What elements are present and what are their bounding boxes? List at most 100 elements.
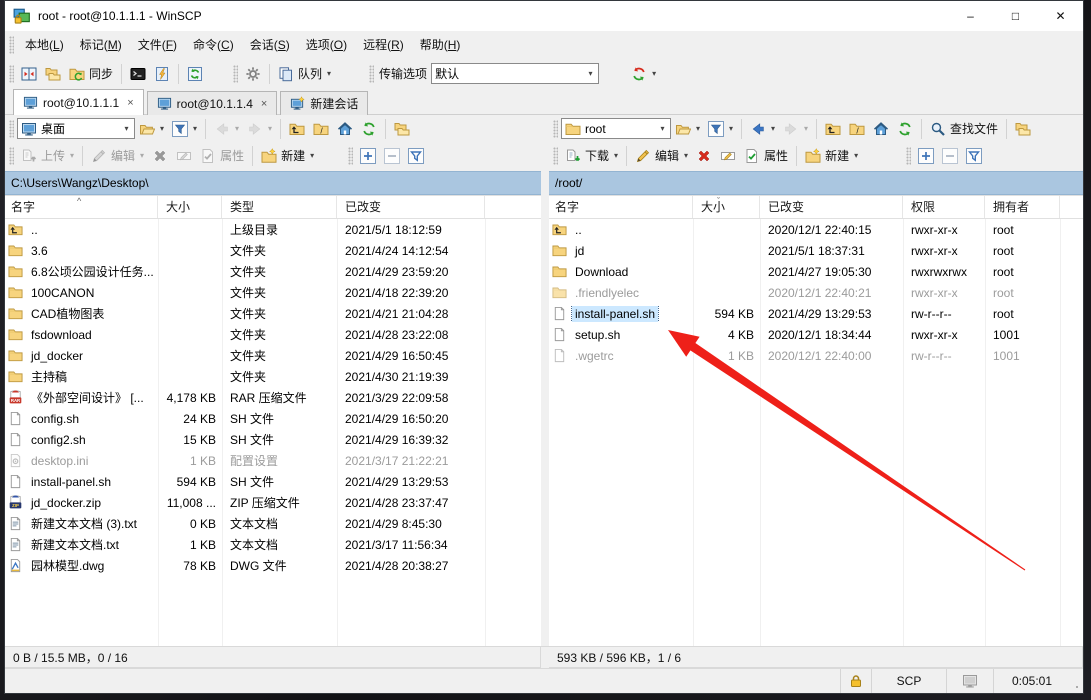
file-row[interactable]: desktop.ini1 KB配置设置2021/3/17 21:22:21	[5, 450, 541, 471]
local-selection-filter-button[interactable]	[404, 144, 428, 168]
menu-item[interactable]: 帮助(H)	[412, 31, 469, 58]
menu-item[interactable]: 本地(L)	[17, 31, 72, 58]
queue-button[interactable]: 队列▾	[274, 62, 335, 86]
file-row[interactable]: Download2021/4/27 19:05:30rwxrwxrwxroot	[549, 261, 1083, 282]
session-tab[interactable]: 新建会话	[280, 91, 368, 115]
remote-properties-button[interactable]: 属性	[740, 144, 792, 168]
remote-drive-combo[interactable]: root ▾	[561, 118, 671, 139]
minimize-button[interactable]: –	[948, 1, 993, 31]
remote-edit-button[interactable]: 编辑▾	[631, 144, 692, 168]
remote-refresh-button[interactable]	[893, 117, 917, 141]
file-row[interactable]: jd_docker文件夹2021/4/29 16:50:45	[5, 345, 541, 366]
remote-follow-local-button[interactable]	[1011, 117, 1035, 141]
remote-parent-directory-button[interactable]	[821, 117, 845, 141]
remote-select-button[interactable]	[914, 144, 938, 168]
tab-close-icon[interactable]: ×	[127, 97, 133, 109]
local-root-directory-button[interactable]: /	[309, 117, 333, 141]
menu-item[interactable]: 远程(R)	[355, 31, 412, 58]
preferences-panes-button[interactable]	[17, 62, 41, 86]
connection-cell[interactable]	[946, 669, 993, 693]
column-header-3[interactable]: 类型	[222, 196, 337, 218]
refresh-panels-button[interactable]	[183, 62, 207, 86]
file-row[interactable]: .wgetrc1 KB2020/12/1 22:40:00rw-r--r--10…	[549, 345, 1083, 366]
remote-new-button[interactable]: 新建▾	[801, 144, 862, 168]
close-button[interactable]: ✕	[1038, 1, 1083, 31]
local-forward-button[interactable]: ▾	[243, 117, 276, 141]
column-header-1[interactable]: 名字	[549, 196, 693, 218]
preferences-button[interactable]	[241, 62, 265, 86]
remote-forward-button[interactable]: ▾	[779, 117, 812, 141]
resize-grip[interactable]	[1070, 669, 1083, 693]
file-row[interactable]: ZIPjd_docker.zip11,008 ...ZIP 压缩文件2021/4…	[5, 492, 541, 513]
file-row[interactable]: CAD植物图表文件夹2021/4/21 21:04:28	[5, 303, 541, 324]
file-row[interactable]: 新建文本文档 (3).txt0 KB文本文档2021/4/29 8:45:30	[5, 513, 541, 534]
remote-selection-filter-button[interactable]	[962, 144, 986, 168]
find-files-button[interactable]: 查找文件	[926, 117, 1002, 141]
file-row[interactable]: config.sh24 KBSH 文件2021/4/29 16:50:20	[5, 408, 541, 429]
local-open-directory-button[interactable]: ▾	[135, 117, 168, 141]
column-header-2[interactable]: 大小	[693, 196, 760, 218]
column-header-4[interactable]: 已改变	[337, 196, 485, 218]
local-filter-button[interactable]: ▾	[168, 117, 201, 141]
local-home-directory-button[interactable]	[333, 117, 357, 141]
local-unselect-button[interactable]	[380, 144, 404, 168]
column-header-3[interactable]: 已改变	[760, 196, 903, 218]
local-edit-button[interactable]: 编辑▾	[87, 144, 148, 168]
open-terminal-button[interactable]	[126, 62, 150, 86]
panel-splitter[interactable]	[541, 115, 549, 646]
file-row[interactable]: ..2020/12/1 22:40:15rwxr-xr-xroot	[549, 219, 1083, 240]
swap-panels-button[interactable]	[41, 62, 65, 86]
local-parent-directory-button[interactable]	[285, 117, 309, 141]
remote-root-directory-button[interactable]: /	[845, 117, 869, 141]
file-row[interactable]: 3.6文件夹2021/4/24 14:12:54	[5, 240, 541, 261]
remote-back-button[interactable]: ▾	[746, 117, 779, 141]
transfer-preset-cycle-button[interactable]: ▾	[627, 62, 660, 86]
encryption-cell[interactable]	[840, 669, 871, 693]
file-row[interactable]: setup.sh4 KB2020/12/1 18:34:44rwxr-xr-x1…	[549, 324, 1083, 345]
local-refresh-button[interactable]	[357, 117, 381, 141]
synchronize-button[interactable]: 同步	[65, 62, 117, 86]
file-row[interactable]: config2.sh15 KBSH 文件2021/4/29 16:39:32	[5, 429, 541, 450]
remote-open-directory-button[interactable]: ▾	[671, 117, 704, 141]
local-new-button[interactable]: 新建▾	[257, 144, 318, 168]
local-rename-button[interactable]	[172, 144, 196, 168]
local-select-button[interactable]	[356, 144, 380, 168]
file-row[interactable]: 园林模型.dwg78 KBDWG 文件2021/4/28 20:38:27	[5, 555, 541, 576]
file-row[interactable]: 主持稿文件夹2021/4/30 21:19:39	[5, 366, 541, 387]
download-button[interactable]: 下载▾	[561, 144, 622, 168]
local-path-bar[interactable]: C:\Users\Wangz\Desktop\	[5, 171, 541, 195]
local-delete-button[interactable]	[148, 144, 172, 168]
tab-close-icon[interactable]: ×	[261, 98, 267, 110]
file-row[interactable]: fsdownload文件夹2021/4/28 23:22:08	[5, 324, 541, 345]
column-header-4[interactable]: 权限	[903, 196, 985, 218]
title-bar[interactable]: root - root@10.1.1.1 - WinSCP – □ ✕	[5, 1, 1083, 31]
file-row[interactable]: 新建文本文档.txt1 KB文本文档2021/3/17 11:56:34	[5, 534, 541, 555]
remote-filter-button[interactable]: ▾	[704, 117, 737, 141]
file-row[interactable]: 6.8公顷公园设计任务...文件夹2021/4/29 23:59:20	[5, 261, 541, 282]
menu-item[interactable]: 文件(F)	[130, 31, 185, 58]
file-row[interactable]: RAR《外部空间设计》 [...4,178 KBRAR 压缩文件2021/3/2…	[5, 387, 541, 408]
menu-item[interactable]: 会话(S)	[242, 31, 298, 58]
column-header-1[interactable]: 名字	[5, 196, 158, 218]
column-header-2[interactable]: 大小	[158, 196, 222, 218]
menu-item[interactable]: 选项(O)	[298, 31, 355, 58]
menu-item[interactable]: 标记(M)	[72, 31, 130, 58]
remote-path-bar[interactable]: /root/	[549, 171, 1083, 195]
file-row[interactable]: jd2021/5/1 18:37:31rwxr-xr-xroot	[549, 240, 1083, 261]
session-tab[interactable]: root@10.1.1.1×	[13, 89, 144, 115]
local-follow-remote-button[interactable]	[390, 117, 414, 141]
file-row[interactable]: .friendlyelec2020/12/1 22:40:21rwxr-xr-x…	[549, 282, 1083, 303]
transfer-preset-combo[interactable]: 默认 ▾	[431, 63, 599, 84]
local-drive-combo[interactable]: 桌面 ▾	[17, 118, 135, 139]
protocol-cell[interactable]: SCP	[871, 669, 946, 693]
remote-home-directory-button[interactable]	[869, 117, 893, 141]
remote-rename-button[interactable]	[716, 144, 740, 168]
console-commands-button[interactable]	[150, 62, 174, 86]
column-header-5[interactable]: 拥有者	[985, 196, 1060, 218]
upload-button[interactable]: 上传▾	[17, 144, 78, 168]
session-tab[interactable]: root@10.1.1.4×	[147, 91, 278, 115]
file-row[interactable]: install-panel.sh594 KB2021/4/29 13:29:53…	[549, 303, 1083, 324]
local-back-button[interactable]: ▾	[210, 117, 243, 141]
remote-unselect-button[interactable]	[938, 144, 962, 168]
menu-item[interactable]: 命令(C)	[185, 31, 242, 58]
